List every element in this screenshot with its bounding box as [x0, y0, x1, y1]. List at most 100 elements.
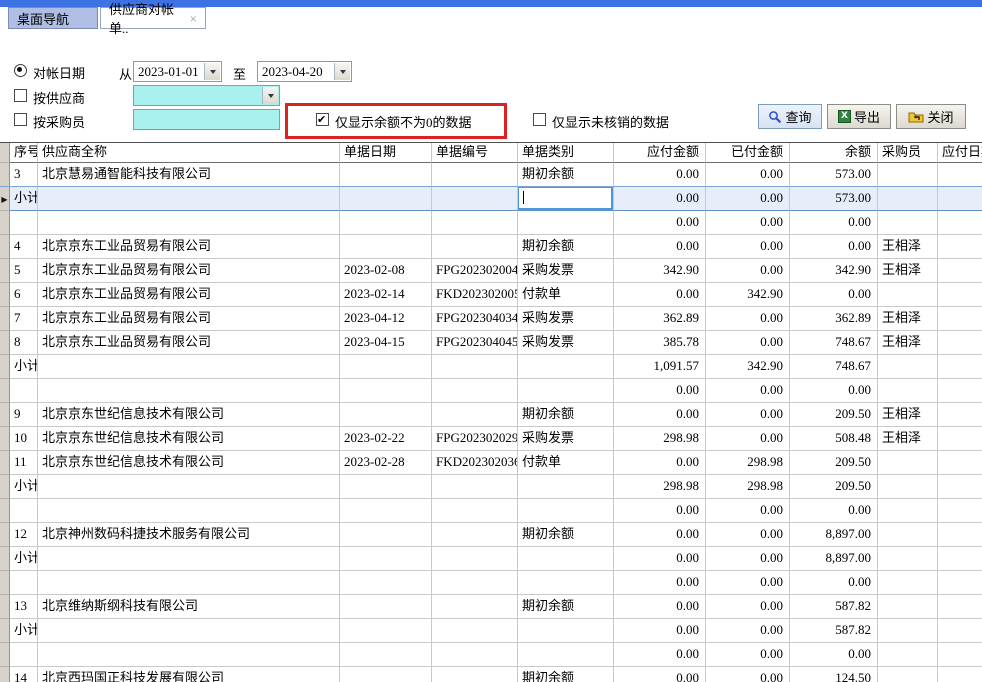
cell-paid: 0.00: [706, 259, 790, 283]
table-row[interactable]: 12北京神州数码科捷技术服务有限公司期初余额0.000.008,897.00: [0, 523, 982, 547]
table-row[interactable]: 3北京慧易通智能科技有限公司期初余额0.000.00573.00: [0, 163, 982, 187]
cell-balance: 8,897.00: [790, 547, 878, 571]
tab-close-icon[interactable]: ×: [190, 12, 197, 25]
column-header-doc_type[interactable]: 单据类别: [518, 143, 614, 163]
cell-supplier: [38, 355, 340, 379]
only-nonzero-checkbox[interactable]: [316, 113, 329, 126]
table-row[interactable]: 11北京京东世纪信息技术有限公司2023-02-28FKD202302036付款…: [0, 451, 982, 475]
from-date-select[interactable]: 2023-01-01: [133, 61, 222, 82]
column-header-doc_no[interactable]: 单据编号: [432, 143, 518, 163]
cell-doc_type: 期初余额: [518, 235, 614, 259]
cell-date: [340, 187, 432, 211]
chevron-down-icon[interactable]: [334, 63, 350, 80]
to-date-select[interactable]: 2023-04-20: [257, 61, 352, 82]
cell-seq: 小计: [10, 187, 38, 211]
cell-doc_no: [432, 475, 518, 499]
table-row[interactable]: 小计0.000.008,897.00: [0, 547, 982, 571]
chevron-down-icon[interactable]: [262, 87, 278, 104]
table-row[interactable]: 7北京京东工业品贸易有限公司2023-04-12FPG202304034采购发票…: [0, 307, 982, 331]
query-button[interactable]: 查询: [758, 104, 822, 129]
by-purchaser-label: 按采购员: [33, 112, 85, 131]
cell-paid: 298.98: [706, 451, 790, 475]
cell-editor[interactable]: [518, 187, 613, 210]
tab-bar: 桌面导航 供应商对帐单.. ×: [0, 7, 982, 29]
cell-doc_type: [518, 571, 614, 595]
purchaser-input[interactable]: [133, 109, 280, 130]
tab-supplier-statement[interactable]: 供应商对帐单.. ×: [100, 7, 206, 29]
cell-gutter: [0, 403, 10, 427]
column-header-balance[interactable]: 余额: [790, 143, 878, 163]
column-header-purchaser[interactable]: 采购员: [878, 143, 938, 163]
cell-date: [340, 643, 432, 667]
cell-balance: 748.67: [790, 331, 878, 355]
table-row[interactable]: 8北京京东工业品贸易有限公司2023-04-15FPG202304045采购发票…: [0, 331, 982, 355]
supplier-select[interactable]: [133, 85, 280, 106]
cell-purchaser: [878, 619, 938, 643]
cell-doc_type: 采购发票: [518, 259, 614, 283]
table-row[interactable]: 0.000.000.00: [0, 571, 982, 595]
tab-desktop-nav[interactable]: 桌面导航: [8, 7, 98, 29]
table-row[interactable]: 6北京京东工业品贸易有限公司2023-02-14FKD202302005付款单0…: [0, 283, 982, 307]
table-row[interactable]: 14北京西玛国正科技发展有限公司期初余额0.000.00124.50: [0, 667, 982, 682]
cell-seq: 11: [10, 451, 38, 475]
date-range-radio[interactable]: [14, 64, 27, 77]
cell-purchaser: 王相泽: [878, 259, 938, 283]
column-header-paid[interactable]: 已付金额: [706, 143, 790, 163]
column-header-payable[interactable]: 应付金额: [614, 143, 706, 163]
cell-doc_type: 期初余额: [518, 403, 614, 427]
table-row[interactable]: 0.000.000.00: [0, 211, 982, 235]
cell-paid: 0.00: [706, 523, 790, 547]
cell-supplier: 北京京东工业品贸易有限公司: [38, 283, 340, 307]
table-row[interactable]: 5北京京东工业品贸易有限公司2023-02-08FPG202302004采购发票…: [0, 259, 982, 283]
cell-purchaser: [878, 163, 938, 187]
column-header-supplier[interactable]: 供应商全称: [38, 143, 340, 163]
table-row[interactable]: 13北京维纳斯纲科技有限公司期初余额0.000.00587.82: [0, 595, 982, 619]
table-row[interactable]: 0.000.000.00: [0, 643, 982, 667]
cell-paid: 0.00: [706, 187, 790, 211]
only-unsettled-checkbox[interactable]: [533, 113, 546, 126]
from-label: 从: [119, 64, 132, 83]
cell-purchaser: [878, 523, 938, 547]
cell-balance: 587.82: [790, 619, 878, 643]
by-purchaser-checkbox[interactable]: [14, 113, 27, 126]
cell-payable: 0.00: [614, 451, 706, 475]
cell-due_date: [938, 451, 982, 475]
cell-date: 2023-04-12: [340, 307, 432, 331]
table-row[interactable]: 小计1,091.57342.90748.67: [0, 355, 982, 379]
table-row[interactable]: 0.000.000.00: [0, 499, 982, 523]
cell-due_date: [938, 571, 982, 595]
column-header-date[interactable]: 单据日期: [340, 143, 432, 163]
cell-supplier: [38, 619, 340, 643]
table-row[interactable]: ▶小计0.000.00573.00: [0, 187, 982, 211]
cell-doc_type: 期初余额: [518, 523, 614, 547]
cell-seq: [10, 211, 38, 235]
cell-date: [340, 379, 432, 403]
close-button-label: 关闭: [927, 107, 953, 126]
table-row[interactable]: 9北京京东世纪信息技术有限公司期初余额0.000.00209.50王相泽: [0, 403, 982, 427]
cell-purchaser: 王相泽: [878, 403, 938, 427]
cell-paid: 342.90: [706, 283, 790, 307]
column-header-due_date[interactable]: 应付日期: [938, 143, 982, 163]
cell-supplier: 北京慧易通智能科技有限公司: [38, 163, 340, 187]
table-row[interactable]: 10北京京东世纪信息技术有限公司2023-02-22FPG202302029采购…: [0, 427, 982, 451]
table-row[interactable]: 4北京京东工业品贸易有限公司期初余额0.000.000.00王相泽: [0, 235, 982, 259]
cell-gutter: [0, 643, 10, 667]
cell-payable: 0.00: [614, 523, 706, 547]
column-header-seq[interactable]: 序号: [10, 143, 38, 163]
table-row[interactable]: 小计298.98298.98209.50: [0, 475, 982, 499]
table-row[interactable]: 0.000.000.00: [0, 379, 982, 403]
cell-payable: 298.98: [614, 475, 706, 499]
to-date-value: 2023-04-20: [262, 64, 323, 79]
date-range-label: 对帐日期: [33, 63, 85, 82]
cell-supplier: [38, 187, 340, 211]
cell-balance: 508.48: [790, 427, 878, 451]
chevron-down-icon[interactable]: [204, 63, 220, 80]
cell-doc_type: [518, 475, 614, 499]
cell-doc_type: [518, 355, 614, 379]
export-button[interactable]: 导出: [827, 104, 891, 129]
cell-gutter: [0, 283, 10, 307]
close-button[interactable]: 关闭: [896, 104, 966, 129]
by-supplier-checkbox[interactable]: [14, 89, 27, 102]
row-selector-icon: ▶: [1, 195, 7, 204]
table-row[interactable]: 小计0.000.00587.82: [0, 619, 982, 643]
